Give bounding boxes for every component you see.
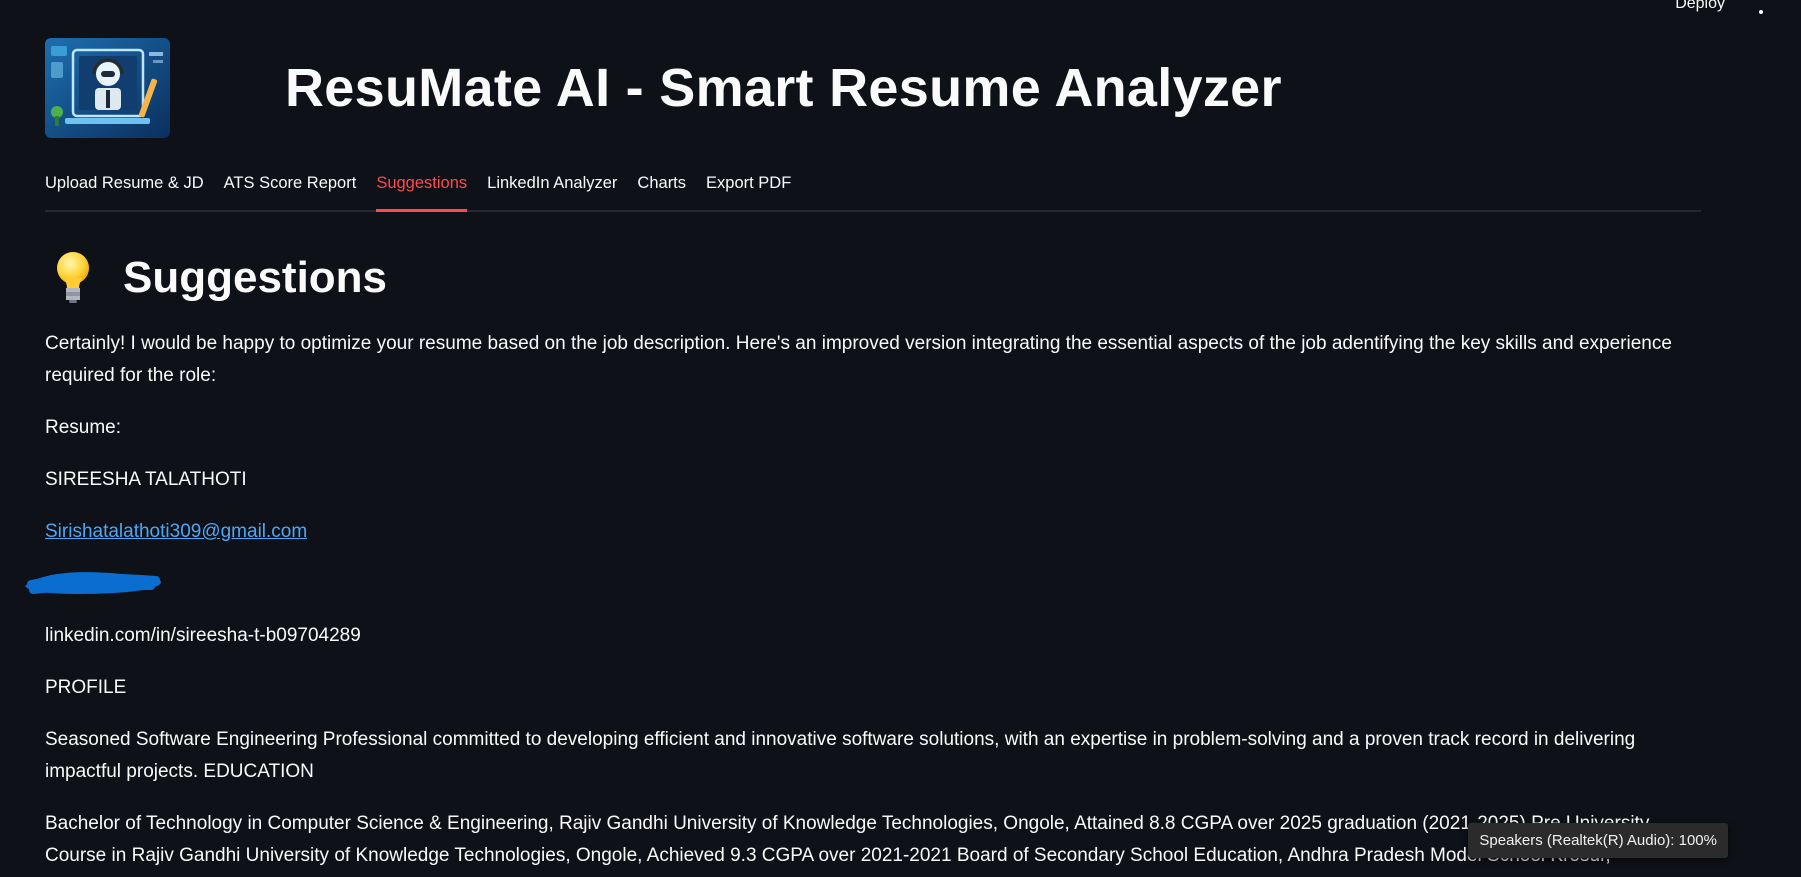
candidate-name: SIREESHA TALATHOTI bbox=[45, 469, 247, 490]
email-link[interactable]: Sirishatalathoti309@gmail.com bbox=[45, 521, 307, 542]
app-title: ResuMate AI - Smart Resume Analyzer bbox=[285, 58, 1282, 118]
app-window: Deploy ResuMate AI - Smart Resume Analyz… bbox=[0, 0, 1801, 877]
redacted-phone bbox=[25, 568, 1701, 600]
top-toolbar: Deploy bbox=[1669, 0, 1771, 16]
robot-resume-logo bbox=[45, 38, 170, 138]
more-vertical-icon[interactable] bbox=[1751, 0, 1771, 16]
tab-bar: Upload Resume & JD ATS Score Report Sugg… bbox=[45, 168, 1701, 212]
email-line: Sirishatalathoti309@gmail.com bbox=[45, 516, 1701, 548]
tab-charts[interactable]: Charts bbox=[637, 168, 686, 210]
lightbulb-icon bbox=[53, 250, 109, 306]
resume-label: Resume: bbox=[45, 417, 122, 438]
tab-ats-score-report[interactable]: ATS Score Report bbox=[224, 168, 357, 210]
suggestions-panel: Suggestions Certainly! I would be happy … bbox=[25, 250, 1701, 877]
section-heading: Suggestions bbox=[45, 250, 1701, 306]
tab-suggestions[interactable]: Suggestions bbox=[376, 168, 467, 212]
section-title: Suggestions bbox=[123, 253, 388, 302]
intro-text: Certainly! I would be happy to optimize … bbox=[45, 333, 1672, 386]
tab-linkedin-analyzer[interactable]: LinkedIn Analyzer bbox=[487, 168, 617, 210]
redaction-scribble bbox=[25, 572, 161, 594]
profile-text: Seasoned Software Engineering Profession… bbox=[45, 729, 1636, 782]
deploy-button[interactable]: Deploy bbox=[1669, 0, 1731, 13]
tab-export-pdf[interactable]: Export PDF bbox=[706, 168, 791, 210]
education-text: Bachelor of Technology in Computer Scien… bbox=[45, 813, 1650, 866]
volume-toast: Speakers (Realtek(R) Audio): 100% bbox=[1468, 823, 1728, 858]
linkedin-url: linkedin.com/in/sireesha-t-b09704289 bbox=[45, 625, 361, 646]
app-header: ResuMate AI - Smart Resume Analyzer bbox=[45, 38, 1282, 138]
profile-heading: PROFILE bbox=[45, 677, 127, 698]
tab-upload-resume-jd[interactable]: Upload Resume & JD bbox=[45, 168, 204, 210]
